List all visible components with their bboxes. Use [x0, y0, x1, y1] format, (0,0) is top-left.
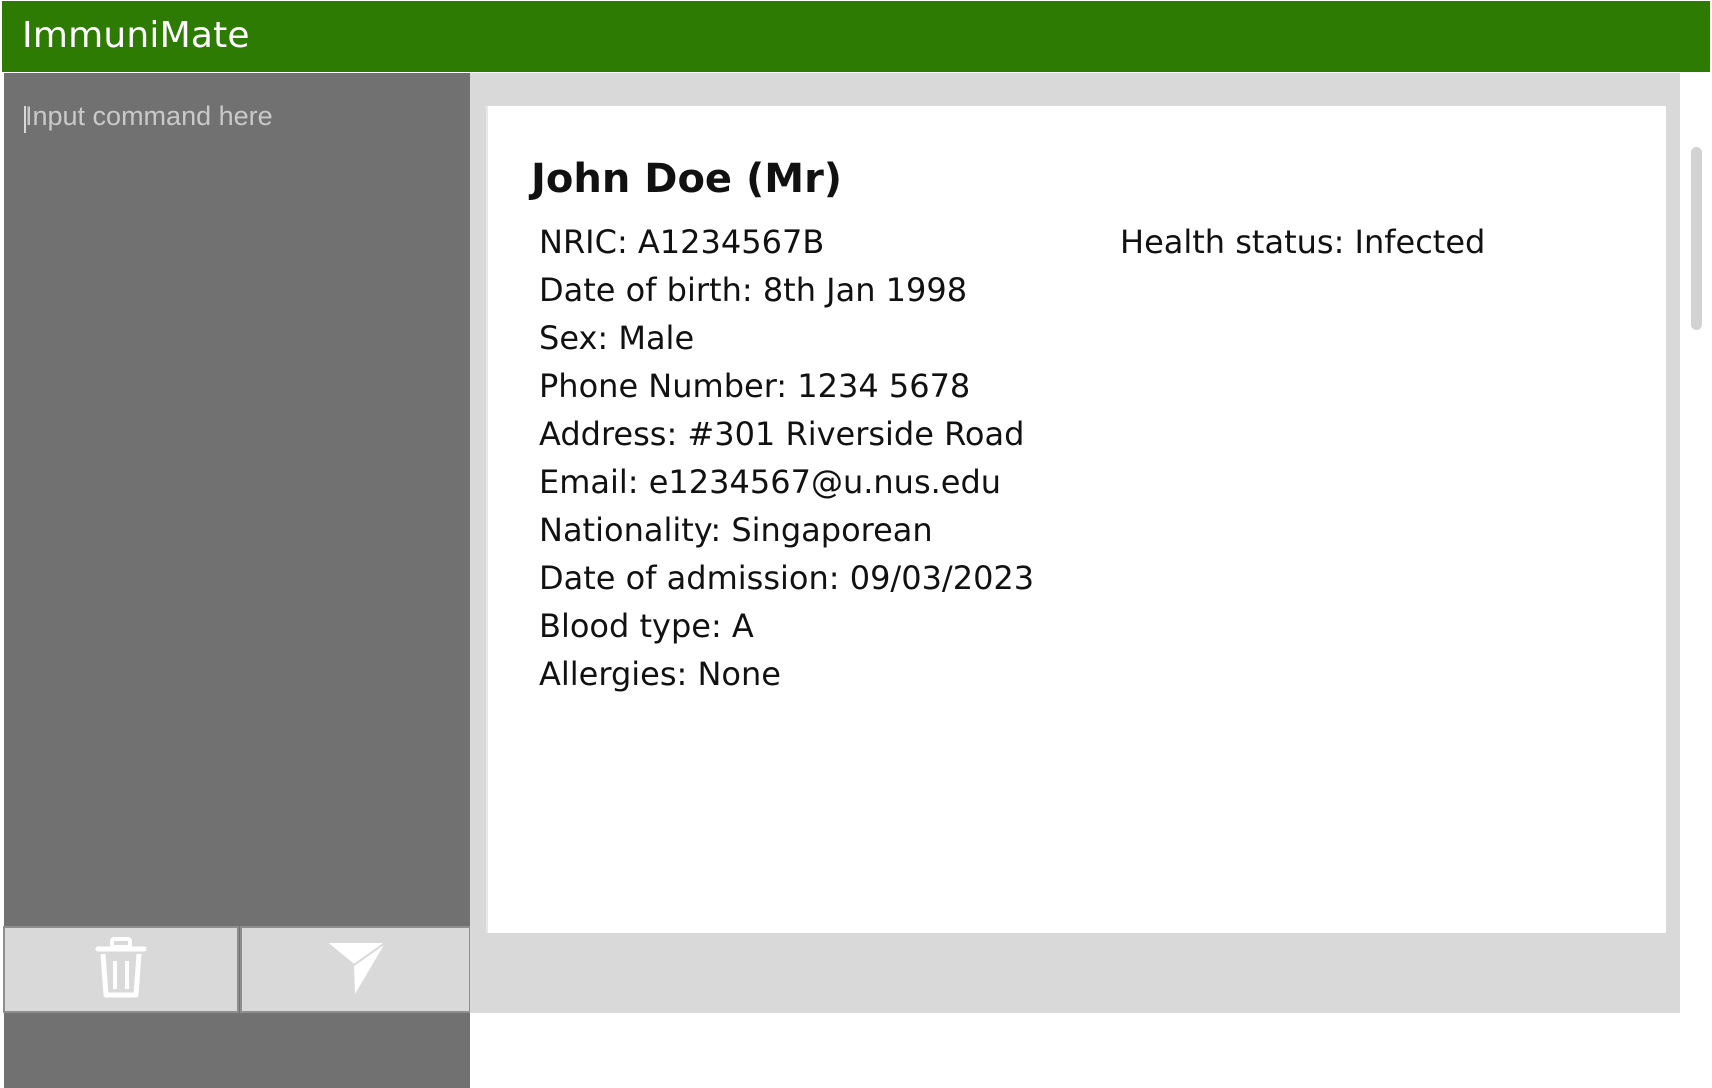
field-date-of-admission: Date of admission: 09/03/2023	[539, 559, 1035, 597]
clear-button[interactable]	[3, 926, 239, 1013]
send-button[interactable]	[240, 926, 471, 1013]
field-allergies: Allergies: None	[539, 655, 781, 693]
patient-name: John Doe (Mr)	[531, 156, 843, 202]
text-cursor	[24, 106, 26, 133]
scrollbar-thumb[interactable]	[1691, 147, 1702, 330]
app-title: ImmuniMate	[22, 15, 250, 56]
field-nric: NRIC: A1234567B	[539, 223, 825, 261]
send-icon	[325, 940, 386, 1000]
command-button-row	[3, 926, 471, 1013]
field-email: Email: e1234567@u.nus.edu	[539, 463, 1002, 501]
field-date-of-birth: Date of birth: 8th Jan 1998	[539, 271, 968, 309]
patient-details: NRIC: A1234567B Date of birth: 8th Jan 1…	[539, 218, 1034, 698]
field-sex: Sex: Male	[539, 319, 695, 357]
field-phone-number: Phone Number: 1234 5678	[539, 367, 971, 405]
trash-icon	[95, 936, 147, 1003]
field-nationality: Nationality: Singaporean	[539, 511, 933, 549]
health-status: Health status: Infected	[1120, 223, 1486, 261]
app-window: ImmuniMate Input command here John Doe (…	[0, 0, 1712, 1088]
command-input[interactable]	[4, 73, 470, 923]
title-bar: ImmuniMate	[2, 1, 1710, 72]
field-address: Address: #301 Riverside Road	[539, 415, 1025, 453]
field-blood-type: Blood type: A	[539, 607, 754, 645]
